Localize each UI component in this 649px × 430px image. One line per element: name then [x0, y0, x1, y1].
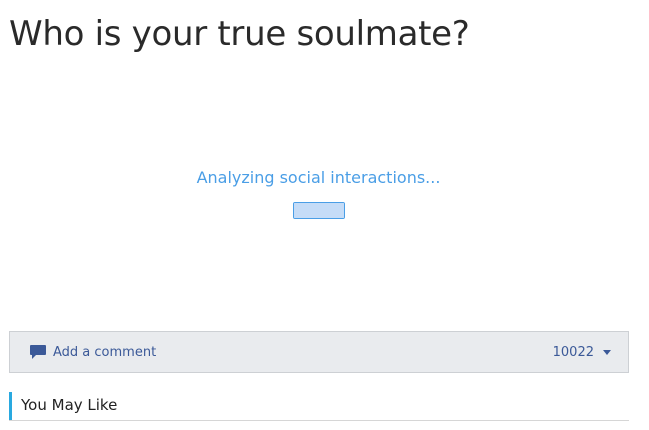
section-accent-bar	[9, 392, 12, 420]
caret-down-icon	[603, 349, 611, 355]
analysis-progress-bar	[293, 202, 345, 219]
comment-bar: Add a comment 10022	[9, 331, 629, 373]
add-comment-button[interactable]: Add a comment	[29, 344, 156, 360]
analysis-status-text: Analyzing social interactions...	[196, 168, 441, 187]
add-comment-label: Add a comment	[53, 344, 157, 360]
comment-bubble-icon	[29, 344, 47, 360]
page-title: Who is your true soulmate?	[9, 14, 470, 54]
comment-count-dropdown[interactable]: 10022	[553, 345, 611, 360]
comment-count: 10022	[552, 344, 594, 360]
analysis-progress-fill	[294, 203, 344, 218]
section-title: You May Like	[21, 396, 118, 414]
you-may-like-section: You May Like	[9, 392, 629, 421]
